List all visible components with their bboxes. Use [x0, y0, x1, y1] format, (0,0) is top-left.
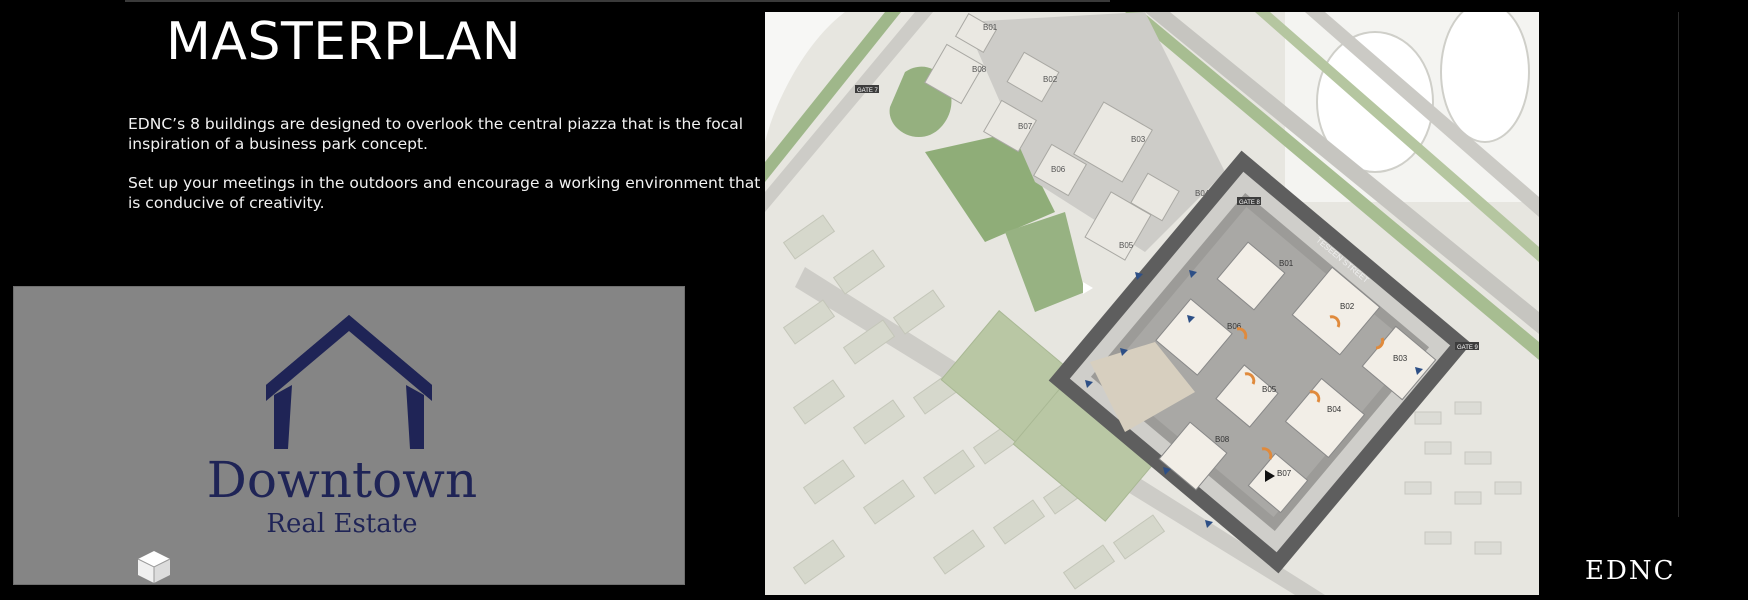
house-roof-icon	[266, 315, 432, 449]
existing-building-label: B07	[1018, 122, 1033, 131]
project-building-label: B05	[1262, 385, 1277, 394]
project-building-label: B07	[1277, 469, 1292, 478]
site-plan-drawing: B01 B02 B03 B04 B05 B06 B07 B08 GATE 7 B…	[765, 12, 1539, 595]
brand-logo-panel: Downtown Real Estate	[13, 286, 685, 585]
existing-building-label: B02	[1043, 75, 1058, 84]
project-building-label: B02	[1340, 302, 1355, 311]
ednc-logo: EDNC	[1585, 556, 1676, 586]
top-divider-line	[125, 0, 1110, 2]
intro-paragraph-1: EDNC’s 8 buildings are designed to overl…	[128, 115, 744, 153]
page-title: MASTERPLAN	[166, 12, 522, 72]
brand-name-line-2: Real Estate	[266, 509, 418, 539]
existing-building-label: B05	[1119, 241, 1134, 250]
existing-building-label: B06	[1051, 165, 1066, 174]
existing-building-label: B08	[972, 65, 987, 74]
existing-building-label: B03	[1131, 135, 1146, 144]
brand-name-line-1: Downtown	[206, 451, 478, 509]
gate-label: GATE 7	[857, 88, 879, 94]
cube-icon[interactable]	[136, 549, 172, 585]
gate-label: GATE 9	[1457, 345, 1479, 351]
masterplan-site-map: B01 B02 B03 B04 B05 B06 B07 B08 GATE 7 B…	[765, 12, 1539, 595]
project-building-label: B01	[1279, 259, 1294, 268]
gate-label: GATE 8	[1239, 200, 1261, 206]
project-building-label: B04	[1327, 405, 1342, 414]
right-edge-line	[1678, 12, 1679, 517]
project-building-label: B08	[1215, 435, 1230, 444]
intro-paragraph-2: Set up your meetings in the outdoors and…	[128, 174, 761, 212]
existing-building-label: B01	[983, 23, 998, 32]
project-building-label: B03	[1393, 354, 1408, 363]
